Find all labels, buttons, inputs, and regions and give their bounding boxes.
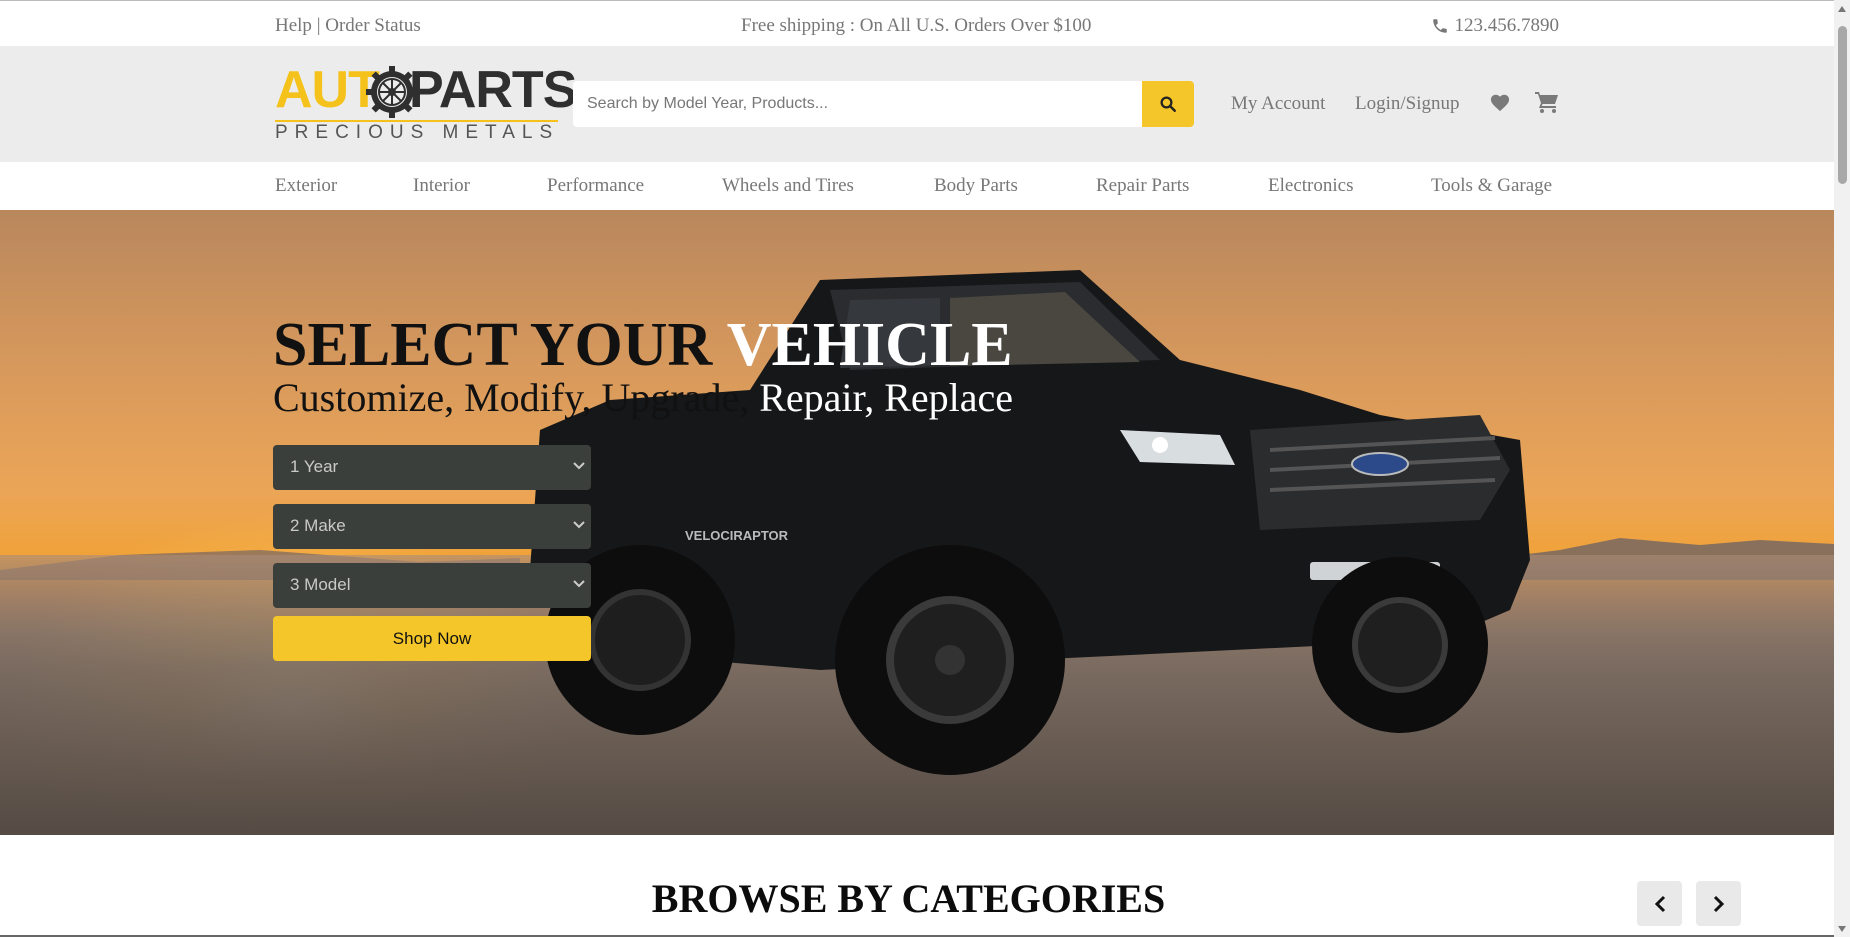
year-select[interactable]: 1 Year <box>273 445 591 490</box>
chevron-down-icon <box>573 521 585 529</box>
carousel-next-button[interactable] <box>1696 881 1741 926</box>
chevron-left-icon <box>1654 895 1665 912</box>
hero-subtitle: Customize, Modify, Upgrade, Repair, Repl… <box>273 374 1013 422</box>
hero-subtitle-dark: Customize, Modify, Upgrade, <box>273 375 760 420</box>
wishlist-button[interactable] <box>1489 92 1511 117</box>
order-status-link[interactable]: Order Status <box>325 15 421 36</box>
search-input[interactable] <box>573 81 1142 127</box>
chevron-down-icon <box>573 580 585 588</box>
make-select[interactable]: 2 Make <box>273 504 591 549</box>
link-separator: | <box>311 15 326 36</box>
search-icon <box>1160 96 1176 112</box>
cart-button[interactable] <box>1534 90 1560 119</box>
hero-subtitle-light: Repair, Replace <box>759 375 1014 420</box>
hero-title: SELECT YOUR VEHICLE <box>273 310 1013 380</box>
help-links: Help | Order Status <box>275 15 421 37</box>
page: Help | Order Status Free shipping : On A… <box>0 0 1834 937</box>
header: AUT PARTS PRECIOUS METALS Search by Mode… <box>0 46 1834 162</box>
logo-word-left: AUT <box>275 61 380 119</box>
scroll-down-arrow-icon[interactable] <box>1837 925 1847 933</box>
chevron-right-icon <box>1713 895 1724 912</box>
hero-title-light: VEHICLE <box>726 311 1013 379</box>
nav-item-body-parts[interactable]: Body Parts <box>934 175 1018 197</box>
search-bar <box>573 81 1194 127</box>
year-select-value: 1 Year <box>290 457 339 476</box>
phone-number: 123.456.7890 <box>1454 15 1560 36</box>
truck-badge: VELOCIRAPTOR <box>685 528 789 543</box>
shop-now-button[interactable]: Shop Now <box>273 616 591 661</box>
category-nav: Exterior Interior Performance Wheels and… <box>0 162 1834 210</box>
top-bar: Help | Order Status Free shipping : On A… <box>0 5 1834 46</box>
search-button[interactable] <box>1142 81 1194 127</box>
my-account-link[interactable]: My Account <box>1231 93 1325 115</box>
page-scrollbar[interactable] <box>1834 0 1850 937</box>
model-select-value: 3 Model <box>290 575 351 594</box>
browse-categories-title: BROWSE BY CATEGORIES <box>651 876 1166 921</box>
scrollbar-thumb[interactable] <box>1838 26 1847 184</box>
nav-item-exterior[interactable]: Exterior <box>275 175 337 197</box>
phone-icon <box>1432 19 1447 33</box>
site-logo[interactable]: AUT PARTS PRECIOUS METALS <box>275 61 577 143</box>
nav-item-wheels-and-tires[interactable]: Wheels and Tires <box>722 175 854 197</box>
nav-item-performance[interactable]: Performance <box>547 175 644 197</box>
phone-contact[interactable]: 123.456.7890 <box>1431 15 1560 37</box>
login-signup-link[interactable]: Login/Signup <box>1355 93 1460 115</box>
cart-icon <box>1535 92 1558 113</box>
nav-item-tools-garage[interactable]: Tools & Garage <box>1431 175 1552 197</box>
hero-title-dark: SELECT YOUR <box>273 311 727 379</box>
scroll-up-arrow-icon[interactable] <box>1837 5 1847 13</box>
hero-banner: VELOCIRAPTOR SELECT YOUR VEHICLE Customi… <box>0 210 1834 835</box>
help-link[interactable]: Help <box>275 15 312 36</box>
heart-icon <box>1490 94 1510 112</box>
nav-item-repair-parts[interactable]: Repair Parts <box>1096 175 1189 197</box>
make-select-value: 2 Make <box>290 516 346 535</box>
model-select[interactable]: 3 Model <box>273 563 591 608</box>
chevron-down-icon <box>573 462 585 470</box>
nav-item-electronics[interactable]: Electronics <box>1268 175 1353 197</box>
shipping-promo: Free shipping : On All U.S. Orders Over … <box>741 15 1092 36</box>
nav-item-interior[interactable]: Interior <box>413 175 470 197</box>
logo-subtitle: PRECIOUS METALS <box>275 120 560 143</box>
carousel-prev-button[interactable] <box>1637 881 1682 926</box>
logo-word-right: PARTS <box>409 61 577 119</box>
